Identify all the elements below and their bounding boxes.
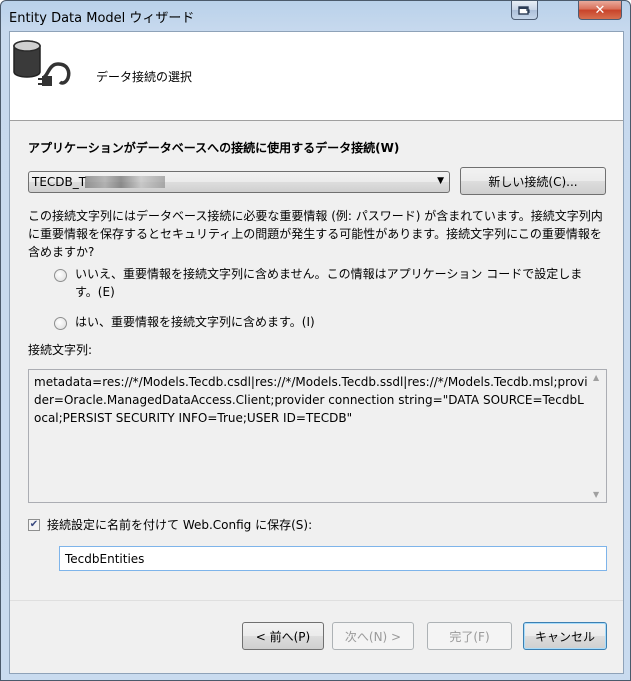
wizard-header: データ接続の選択 [10,32,623,121]
scroll-up-icon[interactable]: ▲ [593,373,599,382]
radio-exclude-sensitive[interactable]: いいえ、重要情報を接続文字列に含めません。この情報はアプリケーション コードで設… [54,265,589,301]
radio-include-sensitive[interactable]: はい、重要情報を接続文字列に含めます。(I) [54,313,589,331]
wizard-client-area: データ接続の選択 アプリケーションがデータベースへの接続に使用するデータ接続(W… [9,31,624,674]
close-button[interactable]: ✕ [578,1,622,20]
restore-button[interactable] [511,1,538,20]
connection-string-value: metadata=res://*/Models.Tecdb.csdl|res:/… [34,375,588,425]
connection-dropdown[interactable]: TECDB_T ▼ [28,171,450,193]
finish-button[interactable]: 完了(F) [427,622,512,650]
scroll-down-icon[interactable]: ▼ [593,490,599,499]
radio-include-label: はい、重要情報を接続文字列に含めます。(I) [75,315,315,329]
radio-button-no[interactable] [54,269,67,282]
entity-name-input[interactable]: TecdbEntities [59,546,607,571]
next-button[interactable]: 次へ(N) > [332,622,414,650]
redacted-connection-name [85,176,165,188]
cancel-button[interactable]: キャンセル [523,622,607,650]
back-button[interactable]: < 前へ(P) [242,622,324,650]
save-webconfig-option[interactable]: ✔ 接続設定に名前を付けて Web.Config に保存(S): [28,516,312,533]
radio-exclude-label: いいえ、重要情報を接続文字列に含めません。この情報はアプリケーション コードで設… [75,267,583,299]
connection-dropdown-value: TECDB_T [32,175,87,189]
restore-icon [518,5,530,15]
checkmark-icon: ✔ [29,518,39,530]
page-title: データ接続の選択 [96,70,193,84]
save-webconfig-checkbox[interactable]: ✔ [28,518,40,531]
close-icon: ✕ [594,2,606,18]
connection-string-label: 接続文字列: [28,343,93,357]
wizard-window: Entity Data Model ウィザード ✕ データ接続の選択 アプリケー… [0,0,631,681]
vertical-scrollbar[interactable]: ▲ ▼ [589,370,606,502]
window-title: Entity Data Model ウィザード [9,11,195,26]
entity-name-value: TecdbEntities [65,552,145,566]
footer-divider [10,600,623,601]
chevron-down-icon: ▼ [437,176,444,186]
connection-label: アプリケーションがデータベースへの接続に使用するデータ接続(W) [28,141,400,155]
database-plug-icon [13,40,71,86]
title-bar[interactable]: Entity Data Model ウィザード ✕ [1,1,630,29]
save-webconfig-label: 接続設定に名前を付けて Web.Config に保存(S): [47,518,313,532]
sensitive-info-description: この接続文字列にはデータベース接続に必要な重要情報 (例: パスワード) が含ま… [28,209,603,259]
connection-string-textarea[interactable]: metadata=res://*/Models.Tecdb.csdl|res:/… [28,369,607,503]
radio-button-yes[interactable] [54,317,67,330]
new-connection-button[interactable]: 新しい接続(C)... [460,167,606,195]
